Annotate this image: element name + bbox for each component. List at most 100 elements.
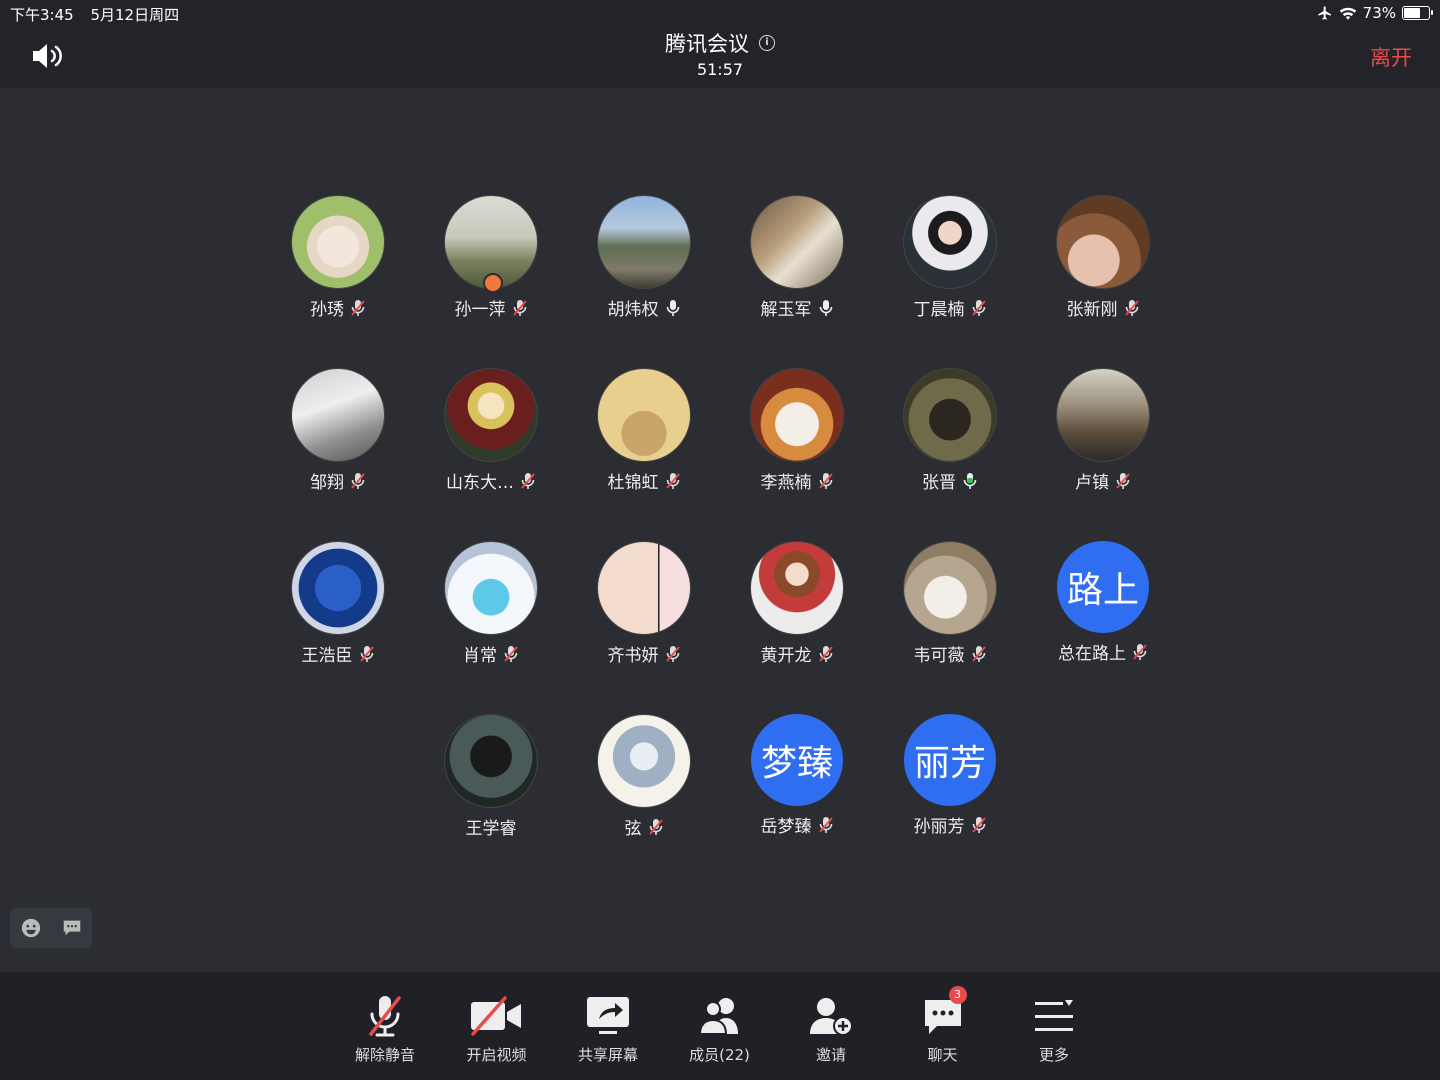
emoji-icon[interactable] xyxy=(20,917,42,939)
participant-name-row: 孙琇 xyxy=(260,295,416,320)
participant-tile[interactable]: 路上 总在路上 xyxy=(1025,541,1181,664)
more-button[interactable]: 更多 xyxy=(1004,992,1104,1065)
mic-muted-icon xyxy=(1132,643,1148,661)
mic-off-icon xyxy=(335,992,435,1040)
participant-avatar xyxy=(291,541,385,635)
unmute-button[interactable]: 解除静音 xyxy=(335,992,435,1065)
participant-name-row: 山东大… xyxy=(413,468,569,493)
mic-muted-icon xyxy=(818,816,834,834)
mic-muted-icon xyxy=(665,472,681,490)
participant-name-row: 丁晨楠 xyxy=(872,295,1028,320)
chat-button[interactable]: 3 聊天 xyxy=(893,986,993,1065)
participant-avatar xyxy=(1056,368,1150,462)
participant-name: 弦 xyxy=(624,819,642,839)
status-time: 下午3:45 xyxy=(10,6,74,24)
members-button[interactable]: 成员(22) xyxy=(670,992,770,1065)
participant-tile[interactable]: 韦可薇 xyxy=(872,541,1028,666)
mic-on-icon xyxy=(818,299,834,317)
participant-avatar: 梦臻 xyxy=(751,714,843,806)
participant-tile[interactable]: 王浩臣 xyxy=(260,541,416,666)
participant-tile[interactable]: 李燕楠 xyxy=(719,368,875,493)
participant-tile[interactable]: 孙琇 xyxy=(260,195,416,320)
meeting-timer: 51:57 xyxy=(696,60,744,79)
info-icon[interactable]: i xyxy=(759,35,775,51)
side-tools xyxy=(10,908,92,948)
participant-name: 丁晨楠 xyxy=(913,300,965,320)
participant-tile[interactable]: 邹翔 xyxy=(260,368,416,493)
mic-on-icon xyxy=(665,299,681,317)
participant-avatar xyxy=(597,368,691,462)
status-left: 下午3:45 5月12日周四 xyxy=(10,4,191,25)
participant-name-row: 岳梦臻 xyxy=(719,812,875,837)
mic-speaking-icon xyxy=(962,472,978,490)
participant-tile[interactable]: 杜锦虹 xyxy=(566,368,722,493)
participant-avatar xyxy=(291,195,385,289)
participant-tile[interactable]: 胡炜权 xyxy=(566,195,722,320)
participant-avatar xyxy=(750,368,844,462)
participant-tile[interactable]: 张晋 xyxy=(872,368,1028,493)
participant-name-row: 杜锦虹 xyxy=(566,468,722,493)
battery-percent: 73% xyxy=(1362,4,1396,22)
participant-tile[interactable]: 卢镇 xyxy=(1025,368,1181,493)
participant-tile[interactable]: 解玉军 xyxy=(719,195,875,320)
participant-name-row: 孙一萍 xyxy=(413,295,569,320)
participant-name: 岳梦臻 xyxy=(760,817,812,837)
host-icon xyxy=(483,273,503,293)
participant-tile[interactable]: 王学睿 xyxy=(413,714,569,839)
mic-muted-icon xyxy=(971,299,987,317)
participant-tile[interactable]: 丁晨楠 xyxy=(872,195,1028,320)
participant-name: 孙琇 xyxy=(310,300,344,320)
meeting-title[interactable]: 腾讯会议 i xyxy=(665,28,775,58)
participant-name-row: 王浩臣 xyxy=(260,641,416,666)
participant-tile[interactable]: 张新刚 xyxy=(1025,195,1181,320)
share-screen-icon xyxy=(558,992,658,1040)
participant-tile[interactable]: 齐书妍 xyxy=(566,541,722,666)
video-button[interactable]: 开启视频 xyxy=(447,992,547,1065)
mic-muted-icon xyxy=(665,645,681,663)
participant-name-row: 卢镇 xyxy=(1025,468,1181,493)
participant-name: 肖常 xyxy=(463,646,497,666)
participant-name-row: 总在路上 xyxy=(1025,639,1181,664)
invite-button[interactable]: 邀请 xyxy=(781,992,881,1065)
wifi-icon xyxy=(1339,7,1356,20)
bullet-chat-icon[interactable] xyxy=(61,917,83,939)
participant-name: 孙一萍 xyxy=(454,300,506,320)
participant-tile[interactable]: 山东大… xyxy=(413,368,569,493)
participant-avatar xyxy=(291,368,385,462)
video-label: 开启视频 xyxy=(466,1046,527,1064)
members-label: 成员(22) xyxy=(689,1046,750,1064)
participant-tile[interactable]: 肖常 xyxy=(413,541,569,666)
invite-icon xyxy=(781,992,881,1040)
mic-muted-icon xyxy=(520,472,536,490)
participant-name-row: 胡炜权 xyxy=(566,295,722,320)
participant-name-row: 邹翔 xyxy=(260,468,416,493)
leave-button[interactable]: 离开 xyxy=(1370,42,1412,72)
mic-muted-icon xyxy=(648,818,664,836)
participant-name: 张晋 xyxy=(922,473,956,493)
share-button[interactable]: 共享屏幕 xyxy=(558,992,658,1065)
participant-tile[interactable]: 弦 xyxy=(566,714,722,839)
participant-name-row: 王学睿 xyxy=(413,814,569,839)
participant-tile[interactable]: 孙一萍 xyxy=(413,195,569,320)
more-label: 更多 xyxy=(1038,1046,1069,1064)
participant-avatar: 路上 xyxy=(1057,541,1149,633)
participant-name: 孙丽芳 xyxy=(913,817,965,837)
participant-name: 山东大… xyxy=(446,473,514,493)
mic-muted-icon xyxy=(1124,299,1140,317)
participant-tile[interactable]: 梦臻岳梦臻 xyxy=(719,714,875,837)
participant-avatar xyxy=(444,368,538,462)
bottom-toolbar: 解除静音 开启视频 共享屏幕 成员(22) 邀请 3 聊天 更多 xyxy=(0,972,1440,1080)
participant-name: 张新刚 xyxy=(1066,300,1118,320)
participant-name-row: 解玉军 xyxy=(719,295,875,320)
participant-name: 总在路上 xyxy=(1058,644,1126,664)
meeting-header: 腾讯会议 i 51:57 离开 xyxy=(0,26,1440,88)
participant-avatar xyxy=(750,195,844,289)
participant-name: 杜锦虹 xyxy=(607,473,659,493)
mic-muted-icon xyxy=(503,645,519,663)
chat-label: 聊天 xyxy=(927,1046,958,1064)
participant-name-row: 黄开龙 xyxy=(719,641,875,666)
participant-avatar xyxy=(444,714,538,808)
participant-tile[interactable]: 黄开龙 xyxy=(719,541,875,666)
mic-muted-icon xyxy=(350,299,366,317)
participant-tile[interactable]: 丽芳 孙丽芳 xyxy=(872,714,1028,837)
